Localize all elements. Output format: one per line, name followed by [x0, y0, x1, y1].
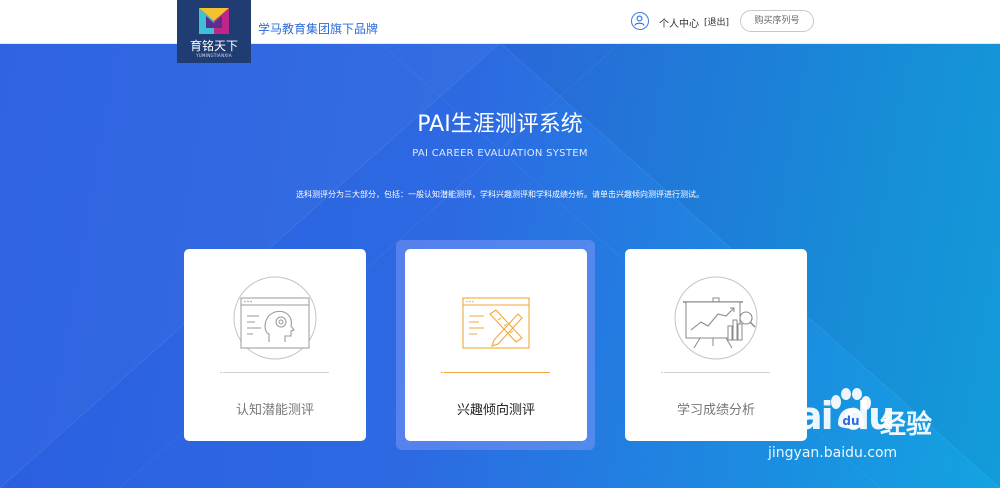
card-interest-tendency[interactable]: 兴趣倾向测评 — [405, 249, 587, 441]
logo-subtext: YUMINGTIANXIA — [196, 53, 232, 58]
watermark-name: 经验 — [880, 410, 933, 440]
page-subtitle: PAI CAREER EVALUATION SYSTEM — [412, 148, 588, 159]
buy-serial-button[interactable]: 购买序列号 — [740, 10, 814, 32]
card-label: 兴趣倾向测评 — [456, 403, 535, 418]
card-divider — [661, 372, 770, 373]
svg-text:du: du — [842, 414, 859, 428]
brain-screen-icon — [233, 276, 317, 360]
card-cognitive-potential[interactable]: 认知潜能测评 — [184, 249, 366, 441]
page-title: PAI生涯测评系统 — [417, 112, 583, 137]
card-label: 认知潜能测评 — [235, 403, 314, 418]
watermark-url: jingyan.baidu.com — [768, 445, 898, 461]
paw-icon: du — [831, 388, 871, 429]
user-icon[interactable] — [631, 12, 649, 30]
site-logo[interactable]: 育铭天下 YUMINGTIANXIA — [177, 0, 251, 63]
ruler-pencil-screen-icon — [462, 297, 530, 349]
brand-slogan: 学马教育集团旗下品牌 — [258, 22, 379, 36]
logo-mark-icon — [199, 8, 229, 34]
card-divider — [220, 372, 329, 373]
page-description: 选科测评分为三大部分，包括：一般认知潜能测评，学科兴趣测评和学科成绩分析。请单击… — [296, 190, 704, 199]
top-header: 学马教育集团旗下品牌 个人中心 [退出] 购买序列号 — [0, 0, 1000, 44]
card-divider — [441, 372, 550, 373]
logo-text: 育铭天下 — [189, 39, 238, 53]
chart-board-icon — [674, 276, 758, 360]
user-center-link[interactable]: 个人中心 — [659, 15, 699, 30]
logout-link[interactable]: [退出] — [704, 15, 729, 28]
